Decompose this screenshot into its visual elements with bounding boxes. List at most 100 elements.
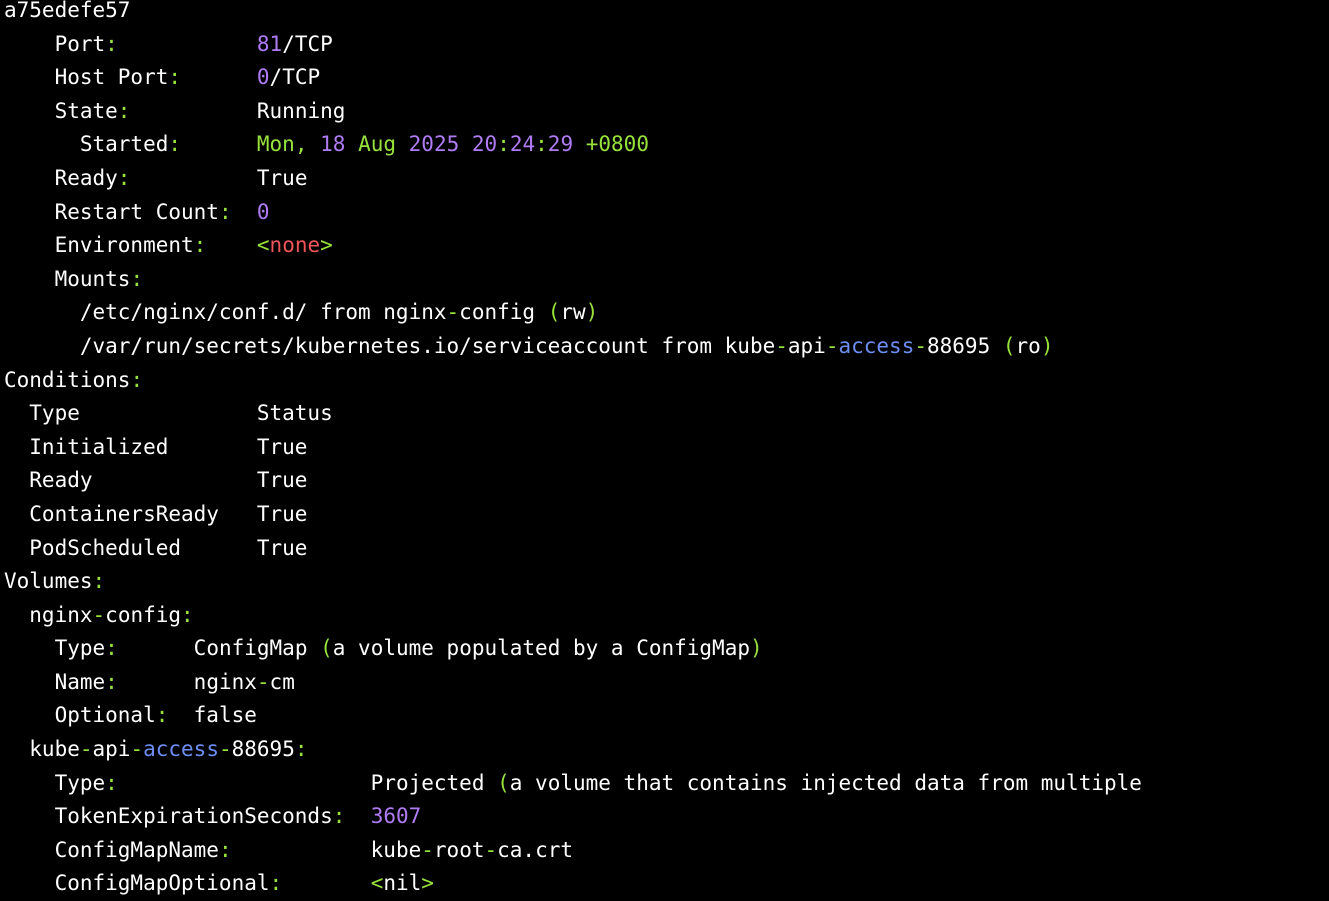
text-segment <box>206 233 257 257</box>
text-segment: 18 <box>320 132 346 157</box>
text-segment: access <box>838 333 915 358</box>
text-segment: - <box>446 300 460 325</box>
text-segment: a75edefe57 <box>4 0 131 22</box>
text-segment: a volume that contains injected data fro… <box>509 770 1142 795</box>
text-segment: /etc/nginx/conf.d/ from nginx <box>4 300 447 325</box>
text-segment: - <box>92 602 106 627</box>
text-segment: 88695 <box>927 333 1003 358</box>
text-segment: Started <box>4 132 169 157</box>
text-segment <box>459 132 472 156</box>
text-segment: PodScheduled True <box>4 535 308 560</box>
text-segment: kube <box>231 837 422 862</box>
text-segment: Initialized True <box>4 434 308 459</box>
terminal-line: Ready: True <box>4 162 1329 196</box>
text-segment: root <box>433 837 485 862</box>
text-segment: 3607 <box>370 804 422 829</box>
text-segment <box>282 871 371 895</box>
terminal-line: State: Running <box>4 95 1329 129</box>
text-segment: ( <box>497 770 510 795</box>
text-segment: Port <box>4 31 106 56</box>
text-segment: ConfigMapOptional <box>4 871 270 896</box>
text-segment: : <box>535 132 548 157</box>
terminal-line: Environment: <none> <box>4 229 1329 263</box>
text-segment: ) <box>750 636 763 661</box>
text-segment: /TCP <box>269 65 321 90</box>
terminal-line: Restart Count: 0 <box>4 196 1329 230</box>
text-segment: : <box>105 636 118 661</box>
text-segment: nginx <box>117 669 257 694</box>
text-segment: ca.crt <box>497 837 573 862</box>
text-segment: access <box>143 737 219 762</box>
text-segment: : <box>105 669 118 694</box>
text-segment: none <box>269 233 321 258</box>
terminal-line: Mounts: <box>4 263 1329 297</box>
text-segment: nginx <box>4 602 93 627</box>
text-segment: ) <box>585 300 599 325</box>
text-segment: : <box>105 770 118 795</box>
terminal-line: Started: Mon, 18 Aug 2025 20:24:29 +0800 <box>4 128 1329 162</box>
text-segment: - <box>421 837 434 862</box>
text-segment: rw <box>560 300 586 325</box>
terminal-line: Type: ConfigMap (a volume populated by a… <box>4 632 1329 666</box>
text-segment: config <box>459 300 548 325</box>
text-segment: ContainersReady True <box>4 501 308 526</box>
text-segment: : <box>130 266 144 291</box>
terminal-line: kube-api-access-88695: <box>4 733 1329 767</box>
text-segment: Running <box>130 98 346 123</box>
text-segment: false <box>168 703 257 728</box>
text-segment: ) <box>1040 333 1054 358</box>
text-segment: Ready True <box>4 468 308 493</box>
text-segment: : <box>130 367 144 392</box>
text-segment: Type <box>4 636 106 661</box>
text-segment: cm <box>269 669 295 694</box>
text-segment: > <box>421 871 434 896</box>
terminal-line: ContainersReady True <box>4 498 1329 532</box>
terminal-output[interactable]: a75edefe57 Port: 81/TCP Host Port: 0/TCP… <box>0 0 1329 895</box>
terminal-line: Ready True <box>4 464 1329 498</box>
text-segment: TokenExpirationSeconds <box>4 804 333 829</box>
text-segment: ConfigMap <box>117 636 321 661</box>
text-segment: config <box>105 602 182 627</box>
text-segment: 29 <box>547 132 574 157</box>
text-segment <box>118 32 257 56</box>
terminal-line: Type Status <box>4 397 1329 431</box>
text-segment: : <box>92 569 106 594</box>
terminal-line: Initialized True <box>4 431 1329 465</box>
text-segment: Restart Count <box>4 199 219 224</box>
text-segment: 0 <box>256 65 270 90</box>
text-segment: +0800 <box>585 132 649 157</box>
terminal-line: /etc/nginx/conf.d/ from nginx-config (rw… <box>4 296 1329 330</box>
text-segment: Aug <box>358 132 396 157</box>
text-segment: ( <box>320 636 333 661</box>
terminal-line: ConfigMapName: kube-root-ca.crt <box>4 834 1329 868</box>
text-segment: : <box>294 737 308 762</box>
text-segment: : <box>117 165 131 190</box>
text-segment: Projected <box>117 770 498 795</box>
text-segment: ( <box>547 300 561 325</box>
text-segment: Ready <box>4 165 118 190</box>
text-segment <box>345 132 358 156</box>
text-segment: ( <box>1002 333 1016 358</box>
terminal-line: /var/run/secrets/kubernetes.io/serviceac… <box>4 330 1329 364</box>
text-segment: : <box>218 199 232 224</box>
text-segment: : <box>181 602 194 627</box>
text-segment: - <box>775 333 788 358</box>
text-segment: State <box>4 98 118 123</box>
terminal-line: a75edefe57 <box>4 0 1329 28</box>
terminal-line: Type: Projected (a volume that contains … <box>4 767 1329 801</box>
text-segment: > <box>320 233 333 258</box>
terminal-line: PodScheduled True <box>4 532 1329 566</box>
text-segment <box>345 804 370 828</box>
text-segment: : <box>155 703 169 728</box>
text-segment: : <box>269 871 283 896</box>
text-segment: : <box>117 98 131 123</box>
terminal-line: Volumes: <box>4 565 1329 599</box>
text-segment: Conditions <box>4 367 131 392</box>
text-segment: ro <box>1015 333 1041 358</box>
text-segment: - <box>79 737 93 762</box>
text-segment: 0 <box>256 199 270 224</box>
text-segment <box>181 132 257 156</box>
text-segment: Environment <box>4 233 194 258</box>
text-segment <box>181 65 257 89</box>
text-segment: < <box>370 871 384 896</box>
